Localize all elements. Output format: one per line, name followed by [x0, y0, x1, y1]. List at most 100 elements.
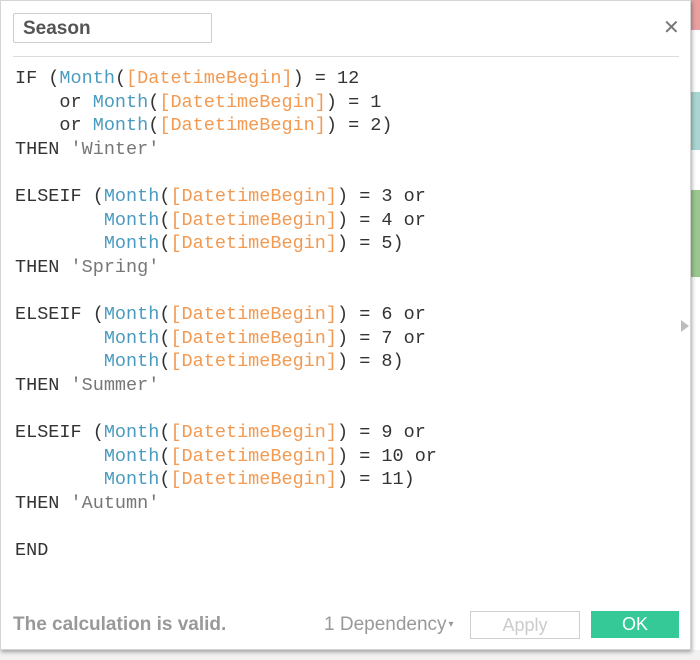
code-line: Month([DatetimeBegin]) = 8) — [15, 350, 437, 374]
code-line: THEN 'Summer' — [15, 374, 437, 398]
code-keyword: or — [15, 91, 93, 113]
background-mark — [690, 0, 700, 30]
caret-down-icon: ▾ — [448, 619, 454, 631]
code-field: [DatetimeBegin] — [170, 469, 337, 491]
code-keyword: ) = 6 or — [336, 303, 426, 325]
code-line: or Month([DatetimeBegin]) = 1 — [15, 91, 437, 115]
code-keyword: ( — [159, 303, 171, 325]
code-field: [DatetimeBegin] — [159, 91, 326, 113]
code-line: THEN 'Spring' — [15, 256, 437, 280]
code-keyword — [15, 328, 104, 349]
code-keyword: THEN — [15, 256, 71, 278]
code-line: THEN 'Winter' — [15, 138, 437, 162]
code-field: [DatetimeBegin] — [170, 233, 337, 255]
code-field: [DatetimeBegin] — [170, 185, 337, 207]
code-line: Month([DatetimeBegin]) = 7 or — [15, 327, 437, 351]
expand-panel-icon[interactable] — [681, 320, 689, 332]
code-keyword — [15, 233, 104, 254]
code-field: [DatetimeBegin] — [170, 209, 337, 231]
divider — [13, 56, 679, 57]
background-mark — [690, 92, 700, 150]
dependency-dropdown[interactable]: 1 Dependency ▾ — [324, 614, 454, 636]
code-keyword: THEN — [15, 138, 71, 160]
code-line: or Month([DatetimeBegin]) = 2) — [15, 114, 437, 138]
background-footer — [0, 650, 700, 660]
code-keyword: ) = 3 or — [336, 185, 426, 207]
code-keyword: ( — [159, 233, 171, 255]
code-keyword: IF ( — [15, 68, 60, 89]
calculation-name-input[interactable]: Season — [13, 13, 212, 43]
formula-editor[interactable]: IF (Month([DatetimeBegin]) = 12 or Month… — [15, 67, 437, 562]
code-string: 'Summer' — [70, 374, 160, 396]
code-function: Month — [103, 421, 160, 443]
code-keyword: ( — [159, 421, 171, 443]
code-function: Month — [103, 233, 160, 255]
code-field: [DatetimeBegin] — [170, 351, 337, 373]
code-keyword: ( — [159, 327, 171, 349]
code-line: Month([DatetimeBegin]) = 4 or — [15, 209, 437, 233]
code-keyword: ) = 8) — [336, 351, 404, 373]
ok-button[interactable]: OK — [591, 611, 679, 638]
code-line: Month([DatetimeBegin]) = 10 or — [15, 445, 437, 469]
code-field: [DatetimeBegin] — [126, 68, 293, 89]
code-field: [DatetimeBegin] — [170, 421, 337, 443]
code-string: 'Spring' — [70, 256, 160, 278]
code-keyword: THEN — [15, 374, 71, 396]
code-keyword — [15, 446, 104, 467]
code-keyword: ( — [114, 68, 127, 89]
code-line: ELSEIF (Month([DatetimeBegin]) = 3 or — [15, 185, 437, 209]
code-field: [DatetimeBegin] — [170, 303, 337, 325]
code-function: Month — [92, 91, 149, 113]
code-string: 'Winter' — [70, 138, 160, 160]
close-icon[interactable]: ✕ — [663, 18, 680, 38]
validation-status: The calculation is valid. — [13, 614, 227, 635]
code-keyword: ) = 1 — [325, 91, 382, 113]
code-function: Month — [103, 185, 160, 207]
code-function: Month — [59, 68, 115, 89]
code-function: Month — [103, 351, 160, 373]
code-keyword: ELSEIF ( — [15, 303, 104, 325]
code-keyword: ( — [159, 209, 171, 231]
code-function: Month — [103, 327, 160, 349]
code-keyword — [15, 469, 104, 490]
code-keyword: ) = 10 or — [336, 445, 437, 467]
code-keyword — [15, 351, 104, 372]
code-keyword: ) = 7 or — [336, 327, 426, 349]
code-keyword: ( — [148, 115, 160, 137]
code-line: IF (Month([DatetimeBegin]) = 12 — [15, 67, 437, 91]
code-keyword: END — [15, 539, 49, 561]
code-field: [DatetimeBegin] — [170, 327, 337, 349]
code-line: THEN 'Autumn' — [15, 492, 437, 516]
calculation-dialog: Season ✕ IF (Month([DatetimeBegin]) = 12… — [0, 0, 691, 650]
code-field: [DatetimeBegin] — [170, 445, 337, 467]
code-line: END — [15, 539, 437, 563]
code-keyword: ( — [159, 445, 171, 467]
code-keyword: ( — [159, 469, 171, 491]
code-function: Month — [103, 209, 160, 231]
apply-button[interactable]: Apply — [470, 611, 580, 639]
background-workspace — [690, 0, 700, 660]
code-line: Month([DatetimeBegin]) = 5) — [15, 232, 437, 256]
code-keyword — [15, 210, 104, 231]
code-keyword: ( — [159, 351, 171, 373]
code-line: ELSEIF (Month([DatetimeBegin]) = 9 or — [15, 421, 437, 445]
code-function: Month — [103, 469, 160, 491]
code-string: 'Autumn' — [70, 492, 160, 514]
code-keyword: or — [15, 115, 93, 137]
code-keyword: ) = 5) — [336, 233, 404, 255]
code-keyword: ) = 9 or — [336, 421, 426, 443]
code-keyword: ( — [159, 185, 171, 207]
code-keyword: ELSEIF ( — [15, 421, 104, 443]
code-function: Month — [92, 115, 149, 137]
code-line: Month([DatetimeBegin]) = 11) — [15, 468, 437, 492]
code-keyword: ELSEIF ( — [15, 185, 104, 207]
code-keyword: ) = 11) — [336, 469, 415, 491]
code-line: ELSEIF (Month([DatetimeBegin]) = 6 or — [15, 303, 437, 327]
dependency-label: 1 Dependency — [324, 614, 447, 635]
code-function: Month — [103, 303, 160, 325]
code-keyword: THEN — [15, 492, 71, 514]
